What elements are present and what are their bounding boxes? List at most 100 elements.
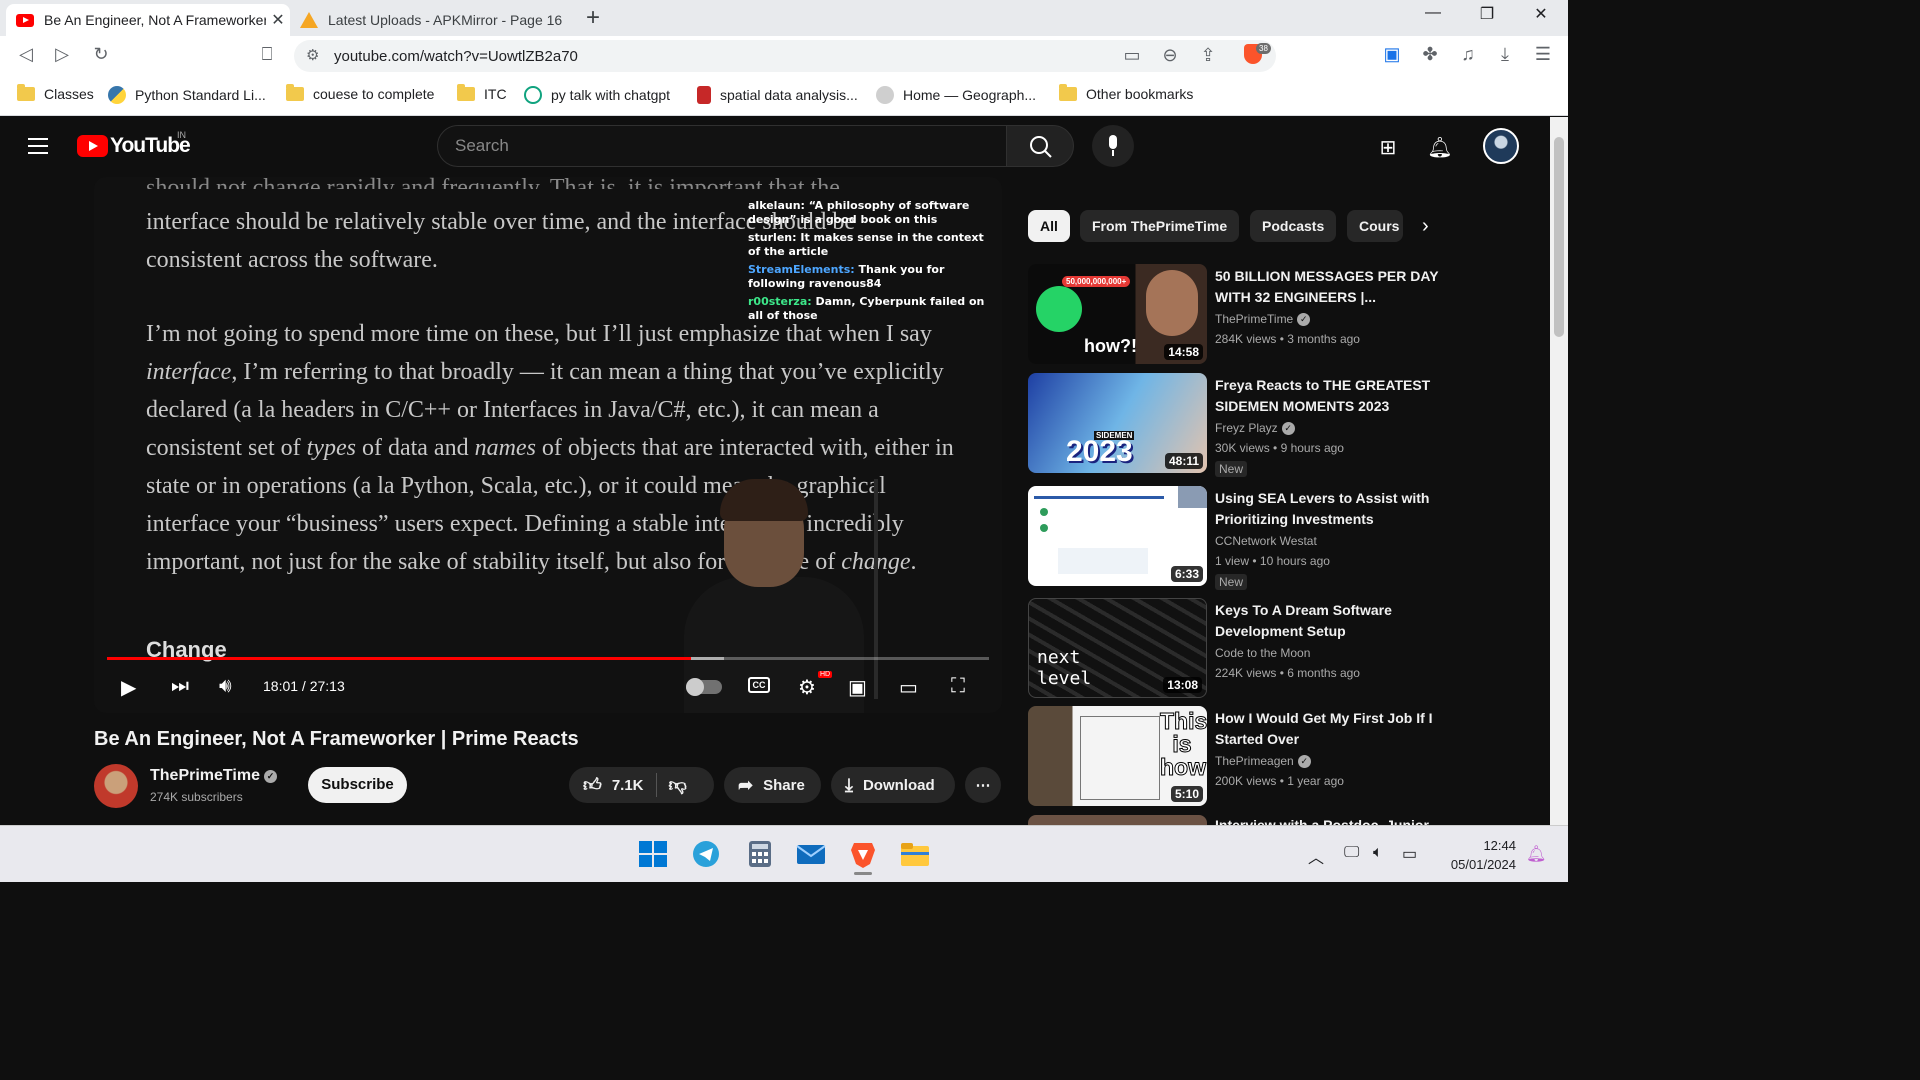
telegram-icon[interactable] [692,840,722,868]
progress-bar[interactable] [107,657,989,660]
theater-mode-icon[interactable]: ▭ [899,675,918,700]
scrollbar-thumb[interactable] [1554,137,1564,337]
display-icon[interactable]: 🖵︎ [1344,844,1359,862]
notification-bell-icon[interactable]: 🔔︎ [1526,844,1546,864]
subscribe-button[interactable]: Subscribe [308,767,407,803]
volume-tray-icon[interactable]: 🔈︎ [1373,844,1383,862]
calculator-icon[interactable] [745,840,775,868]
rec-title[interactable]: How I Would Get My First Job If I Starte… [1215,708,1440,750]
brave-browser-icon[interactable] [848,840,878,875]
recommendation-item[interactable]: next level 13:08 Keys To A Dream Softwar… [1028,598,1448,702]
share-button[interactable]: ➦ Share [724,767,821,803]
recommendation-item[interactable]: 6:33 Using SEA Levers to Assist with Pri… [1028,486,1448,590]
chip-courses[interactable]: Cours [1347,210,1403,242]
bookmark-python[interactable]: Python Standard Li... [108,86,266,104]
rec-title[interactable]: Freya Reacts to THE GREATEST SIDEMEN MOM… [1215,375,1440,417]
rec-channel[interactable]: Code to the Moon [1215,646,1310,660]
fullscreen-icon[interactable]: ⛶ [951,675,965,698]
next-icon[interactable]: ⏭ [171,675,189,698]
tab-apkmirror[interactable]: Latest Uploads - APKMirror - Page 16 [292,4,582,36]
rec-channel[interactable]: ThePrimeagen ✓ [1215,754,1311,768]
recommendation-item[interactable]: This is how 5:10 How I Would Get My Firs… [1028,706,1448,810]
captions-button[interactable]: CC [748,677,770,693]
zoom-icon[interactable]: ⊖ [1158,45,1182,66]
like-icon[interactable]: 👍︎ [583,774,602,796]
start-icon[interactable] [638,840,668,868]
page-scrollbar[interactable] [1550,117,1568,825]
extensions-icon[interactable]: ✤ [1418,44,1442,65]
rec-title[interactable]: 50 BILLION MESSAGES PER DAY WITH 32 ENGI… [1215,266,1440,308]
rec-title[interactable]: Keys To A Dream Software Development Set… [1215,600,1440,642]
video-thumbnail[interactable]: This is how 5:10 [1028,706,1207,806]
back-icon[interactable]: ◁ [14,44,38,65]
clock[interactable]: 12:44 05/01/2024 [1440,836,1516,874]
media-icon[interactable]: ♫ [1456,44,1480,65]
miniplayer-icon[interactable]: ▣ [848,675,867,700]
chip-all[interactable]: All [1028,210,1070,242]
recommendation-item[interactable]: 2023 SIDEMEN 48:11 Freya Reacts to THE G… [1028,373,1448,477]
video-thumbnail[interactable]: 50,000,000,000+ how?! 14:58 [1028,264,1207,364]
cast-icon[interactable]: ▭ [1120,45,1144,66]
bookmark-other[interactable]: Other bookmarks [1059,84,1193,102]
bookmark-spatial[interactable]: spatial data analysis... [697,86,858,104]
site-info-icon[interactable]: ⚙ [306,46,319,64]
close-tab-icon[interactable]: ✕ [266,10,290,30]
channel-avatar[interactable] [94,764,138,808]
channel-name[interactable]: ThePrimeTime ✓ [150,767,277,785]
rec-channel[interactable]: ThePrimeTime ✓ [1215,312,1311,326]
video-thumbnail[interactable]: 2023 SIDEMEN 48:11 [1028,373,1207,473]
create-video-icon[interactable]: ⊞ [1375,135,1401,160]
guide-menu-icon[interactable] [28,138,48,159]
close-window-icon[interactable]: ✕ [1518,4,1564,24]
tray-overflow-chevron-icon[interactable]: ︿ [1308,844,1324,868]
recommendation-item[interactable]: 50,000,000,000+ how?! 14:58 50 BILLION M… [1028,264,1448,368]
search-button[interactable] [1006,125,1074,167]
video-thumbnail[interactable]: next level 13:08 [1028,598,1207,698]
volume-icon[interactable]: 🔊︎ [219,675,232,698]
rec-channel[interactable]: Freyz Playz ✓ [1215,421,1295,435]
video-thumbnail[interactable] [1028,815,1207,825]
rec-title[interactable]: Using SEA Levers to Assist with Prioriti… [1215,488,1440,530]
file-explorer-icon[interactable] [900,840,930,868]
download-button[interactable]: ⤓ Download [831,767,955,803]
youtube-logo[interactable]: YouTube IN [77,130,191,158]
reload-icon[interactable]: ↻ [89,44,113,65]
settings-gear-icon[interactable]: ⚙ [798,675,816,700]
bookmark-chatgpt[interactable]: py talk with chatgpt [524,86,670,104]
chips-next-chevron-icon[interactable]: › [1422,215,1429,238]
voice-search-button[interactable] [1092,125,1134,167]
maximize-icon[interactable]: ❐ [1464,4,1510,24]
battery-icon[interactable]: ▭ [1402,844,1417,864]
rec-channel[interactable]: CCNetwork Westat [1215,534,1317,548]
bookmark-courses[interactable]: couese to complete [286,84,434,102]
like-count[interactable]: 7.1K [612,777,644,794]
more-actions-button[interactable]: ⋯ [965,767,1001,803]
video-player[interactable]: should not change rapidly and frequently… [94,177,1002,713]
address-bar[interactable]: ⚙ youtube.com/watch?v=UowtlZB2a70 ▭ ⊖ ⇪ [294,40,1276,72]
tab-youtube[interactable]: Be An Engineer, Not A Frameworker | Prim… [6,4,290,36]
extension-pinned-icon[interactable]: ▣ [1380,44,1404,65]
new-tab-button[interactable]: + [586,4,600,32]
forward-icon[interactable]: ▷ [50,44,74,65]
bookmark-icon[interactable]: ⎕ [255,44,279,65]
account-avatar[interactable] [1483,128,1519,164]
play-icon[interactable]: ▶ [121,675,136,700]
search-input[interactable] [455,136,975,156]
bookmark-itc[interactable]: ITC [457,84,507,102]
recommendation-item-partial[interactable]: Interview with a Postdoc, Junior [1028,815,1448,825]
like-dislike-group: 👍︎ 7.1K 👎︎ [569,767,714,803]
bookmark-classes[interactable]: Classes [17,84,94,102]
video-thumbnail[interactable]: 6:33 [1028,486,1207,586]
menu-icon[interactable]: ☰ [1531,44,1555,65]
notifications-bell-icon[interactable]: 🔔︎ [1427,135,1453,160]
bookmark-geograph[interactable]: Home — Geograph... [876,86,1036,104]
chip-from-channel[interactable]: From ThePrimeTime [1080,210,1240,242]
downloads-icon[interactable]: ⤓ [1493,44,1517,65]
mail-icon[interactable] [796,840,826,868]
share-page-icon[interactable]: ⇪ [1196,45,1220,66]
minimize-icon[interactable]: — [1410,4,1456,22]
dislike-icon[interactable]: 👎︎ [669,774,687,796]
chip-podcasts[interactable]: Podcasts [1250,210,1337,242]
autoplay-toggle[interactable] [686,678,722,696]
rec-title[interactable]: Interview with a Postdoc, Junior [1215,815,1440,825]
